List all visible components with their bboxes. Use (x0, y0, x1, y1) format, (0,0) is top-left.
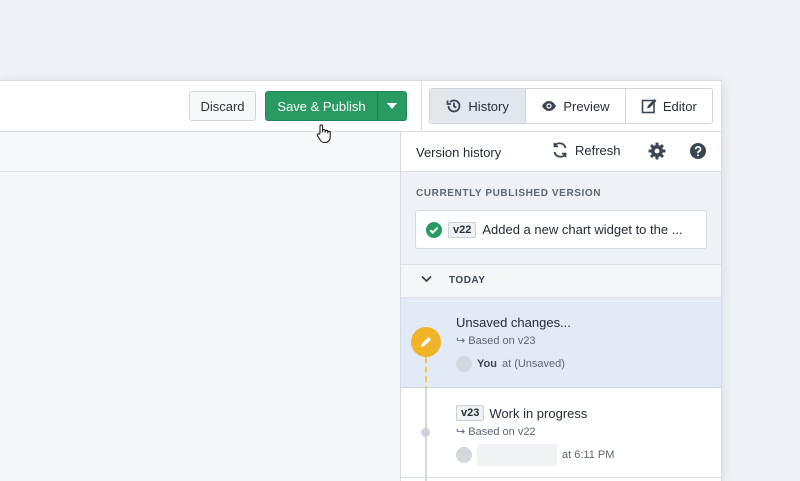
view-switcher: History Preview Editor (429, 88, 713, 124)
group-header-today[interactable]: TODAY (401, 265, 721, 298)
entry-based-on-text: Based on v22 (468, 426, 536, 438)
entry-title: Unsaved changes... (456, 315, 571, 330)
tab-editor[interactable]: Editor (624, 89, 712, 123)
panel-title: Version history (416, 145, 502, 160)
hand-cursor-icon (316, 124, 331, 144)
history-icon (447, 99, 461, 113)
history-entry-v23[interactable]: v23 Work in progress ↪ Based on v22 at 6… (401, 388, 721, 478)
gear-icon[interactable] (648, 142, 666, 160)
version-tag: v22 (448, 221, 477, 238)
entry-time: at (Unsaved) (501, 358, 565, 370)
entry-time: at 6:11 PM (562, 449, 615, 461)
entry-title: Work in progress (489, 405, 588, 421)
tab-preview[interactable]: Preview (525, 89, 625, 123)
entry-based-on-text: Based on v23 (468, 335, 536, 347)
help-icon[interactable] (690, 143, 706, 159)
timeline-dot (421, 428, 430, 437)
published-version-card[interactable]: v22 Added a new chart widget to the ... (415, 210, 707, 249)
chevron-down-icon (421, 275, 432, 283)
app-window: Discard Save & Publish History Preview E… (0, 80, 722, 481)
avatar (456, 447, 472, 463)
entry-user: You (477, 358, 497, 370)
pencil-icon (421, 337, 431, 347)
history-entry-unsaved[interactable]: Unsaved changes... ↪ Based on v23 You at… (401, 298, 721, 388)
edit-icon (641, 99, 657, 114)
toolbar-divider (421, 81, 422, 131)
version-history-panel: Version history Refresh CURRENTLY PUBLIS… (401, 132, 721, 481)
pencil-badge (411, 327, 441, 357)
tab-preview-label: Preview (563, 98, 610, 114)
check-circle-icon (426, 221, 442, 238)
canvas-toolbar-strip (0, 132, 400, 172)
published-section: CURRENTLY PUBLISHED VERSION v22 Added a … (401, 172, 721, 265)
entry-title-row: v23 Work in progress (456, 405, 587, 421)
discard-button[interactable]: Discard (189, 91, 256, 121)
tab-editor-label: Editor (662, 98, 697, 114)
entry-based-on: ↪ Based on v23 (456, 335, 536, 347)
canvas-area (0, 132, 400, 481)
top-toolbar: Discard Save & Publish History Preview E… (0, 81, 721, 132)
tab-history[interactable]: History (430, 89, 526, 123)
eye-icon (542, 101, 557, 111)
avatar (456, 356, 472, 372)
publish-options-dropdown[interactable] (377, 91, 407, 121)
redacted-username (477, 444, 557, 466)
refresh-button[interactable]: Refresh (551, 141, 621, 159)
tab-history-label: History (468, 98, 509, 114)
group-label: TODAY (449, 275, 486, 286)
refresh-icon (553, 142, 567, 158)
entry-author: at 6:11 PM (456, 444, 614, 466)
caret-down-icon (387, 103, 397, 109)
save-publish-button[interactable]: Save & Publish (265, 91, 378, 121)
entry-based-on: ↪ Based on v22 (456, 426, 536, 438)
entry-author: You at (Unsaved) (456, 356, 565, 372)
published-heading: CURRENTLY PUBLISHED VERSION (416, 188, 602, 199)
panel-header: Version history Refresh (401, 132, 721, 172)
version-tag: v23 (456, 405, 485, 421)
refresh-label: Refresh (575, 142, 621, 158)
published-description: Added a new chart widget to the ... (482, 222, 683, 237)
